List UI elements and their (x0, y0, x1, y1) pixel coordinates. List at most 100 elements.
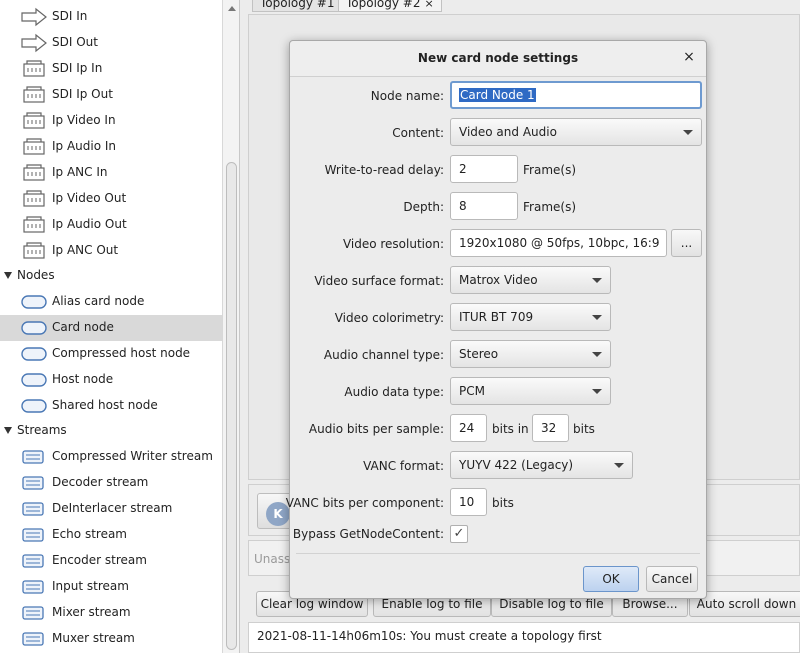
ip-video-in-icon (20, 111, 48, 131)
input-stream-icon (20, 577, 48, 597)
depth-input[interactable]: 8 (450, 192, 518, 220)
tab-label: Topology #1 (260, 0, 335, 10)
tree-item[interactable]: Ip ANC Out (0, 238, 222, 264)
tree-item-label: SDI Out (52, 35, 98, 49)
tree-item[interactable]: Card node (0, 315, 222, 341)
vanc-bits-label: VANC bits per component: (285, 496, 444, 510)
tree-item[interactable]: Ip Video In (0, 108, 222, 134)
node-name-input[interactable]: Card Node 1 (450, 81, 702, 109)
audio-data-value: PCM (459, 384, 485, 398)
row-depth: Depth: 8 Frame(s) (290, 192, 706, 222)
tree-item[interactable]: Alias card node (0, 289, 222, 315)
write-read-input[interactable]: 2 (450, 155, 518, 183)
row-vanc-bits: VANC bits per component: 10 bits (286, 488, 706, 518)
row-surface-format: Video surface format: Matrox Video (290, 266, 706, 296)
tree-item-label: Ip Audio Out (52, 217, 127, 231)
tree-item-label: Host node (52, 372, 114, 386)
vanc-bits-input[interactable]: 10 (450, 488, 487, 516)
tree-item[interactable]: SDI Ip Out (0, 82, 222, 108)
tree-item[interactable]: Ip ANC In (0, 160, 222, 186)
log-window[interactable]: 2021-08-11-14h06m10s: You must create a … (248, 622, 800, 653)
audio-channel-label: Audio channel type: (323, 348, 444, 362)
expand-triangle-icon[interactable] (4, 272, 12, 279)
card-node-settings-dialog: New card node settings × Node name: Card… (286, 40, 707, 599)
tree-item[interactable]: Echo stream (0, 522, 222, 548)
audio-bits-input[interactable]: 24 (450, 414, 487, 442)
depth-label: Depth: (403, 200, 444, 214)
tree-item-label: Encoder stream (52, 553, 147, 567)
tree-item-label: SDI In (52, 9, 88, 23)
chevron-down-icon (592, 389, 602, 394)
audio-channel-select[interactable]: Stereo (450, 340, 611, 368)
tree-item[interactable]: Ip Audio In (0, 134, 222, 160)
audio-bits-label: Audio bits per sample: (308, 422, 444, 436)
cancel-button[interactable]: Cancel (646, 566, 698, 592)
chevron-down-icon (592, 315, 602, 320)
tree-item[interactable]: Mixer stream (0, 600, 222, 626)
video-res-label: Video resolution: (342, 237, 444, 251)
colorimetry-select[interactable]: ITUR BT 709 (450, 303, 611, 331)
surface-select[interactable]: Matrox Video (450, 266, 611, 294)
tree-item[interactable]: DeInterlacer stream (0, 496, 222, 522)
tree-item-label: Ip Video In (52, 113, 116, 127)
tree-item[interactable]: Ip Audio Out (0, 212, 222, 238)
tree-item-label: SDI Ip In (52, 61, 103, 75)
scrollbar-thumb[interactable] (226, 162, 237, 650)
tree-item-label: Alias card node (52, 294, 145, 308)
scroll-up-icon[interactable] (228, 6, 236, 11)
tree-item[interactable]: Ip Video Out (0, 186, 222, 212)
tree-category-nodes[interactable]: Nodes (0, 263, 222, 289)
sdi-ip-in-icon (20, 59, 48, 79)
audio-channel-value: Stereo (459, 347, 499, 361)
audio-container-input[interactable]: 32 (532, 414, 569, 442)
tree-item[interactable]: SDI Ip In (0, 56, 222, 82)
tree-category-streams[interactable]: Streams (0, 418, 222, 444)
tree-item[interactable]: SDI Out (0, 30, 222, 56)
write-read-label: Write-to-read delay: (324, 163, 444, 177)
tree-item[interactable]: Muxer stream (0, 626, 222, 652)
tree-item[interactable]: Host node (0, 367, 222, 393)
expand-triangle-icon[interactable] (4, 427, 12, 434)
tree-item[interactable]: SDI In (0, 4, 222, 30)
bypass-checkbox[interactable]: ✓ (450, 525, 468, 543)
row-write-read-delay: Write-to-read delay: 2 Frame(s) (290, 155, 706, 185)
tree-item-label: SDI Ip Out (52, 87, 113, 101)
tree-item[interactable]: Compressed host node (0, 341, 222, 367)
tree-item[interactable]: Input stream (0, 574, 222, 600)
surface-label: Video surface format: (314, 274, 444, 288)
video-res-browse-button[interactable]: ... (671, 229, 702, 257)
surface-value: Matrox Video (459, 273, 538, 287)
audio-data-select[interactable]: PCM (450, 377, 611, 405)
row-content: Content: Video and Audio (290, 118, 706, 148)
row-audio-bits: Audio bits per sample: 24 bits in 32 bit… (290, 414, 706, 444)
video-res-input[interactable]: 1920x1080 @ 50fps, 10bpc, 16:9 (450, 229, 667, 257)
tree-item[interactable]: Encoder stream (0, 548, 222, 574)
close-tab-icon[interactable]: × (425, 0, 434, 10)
vanc-format-label: VANC format: (363, 459, 444, 473)
tab-topology-1[interactable]: Topology #1 (252, 0, 343, 12)
ok-button[interactable]: OK (583, 566, 639, 592)
compressed-writer-stream-icon (20, 447, 48, 467)
write-read-value: 2 (459, 162, 467, 176)
node-name-label: Node name: (370, 89, 444, 103)
ip-audio-in-icon (20, 137, 48, 157)
tree-item-label: Ip ANC In (52, 165, 108, 179)
tree-item[interactable]: Compressed Writer stream (0, 444, 222, 470)
tree-scrollbar[interactable] (222, 0, 240, 653)
close-icon[interactable]: × (682, 50, 696, 64)
tree-item[interactable]: Shared host node (0, 393, 222, 419)
tree-item[interactable]: Decoder stream (0, 470, 222, 496)
ip-anc-in-icon (20, 163, 48, 183)
sdi-ip-out-icon (20, 85, 48, 105)
tree-item-label: Decoder stream (52, 475, 149, 489)
compressed-host-node-icon (20, 344, 48, 364)
content-select[interactable]: Video and Audio (450, 118, 702, 146)
row-node-name: Node name: Card Node 1 (290, 81, 706, 111)
category-label: Streams (17, 423, 67, 437)
vanc-format-select[interactable]: YUYV 422 (Legacy) (450, 451, 633, 479)
tree-item-label: Muxer stream (52, 631, 135, 645)
tab-topology-2[interactable]: Topology #2 × (338, 0, 442, 12)
row-audio-channel: Audio channel type: Stereo (290, 340, 706, 370)
tree-item-label: Ip Video Out (52, 191, 127, 205)
tree-item-label: Compressed Writer stream (52, 449, 213, 463)
